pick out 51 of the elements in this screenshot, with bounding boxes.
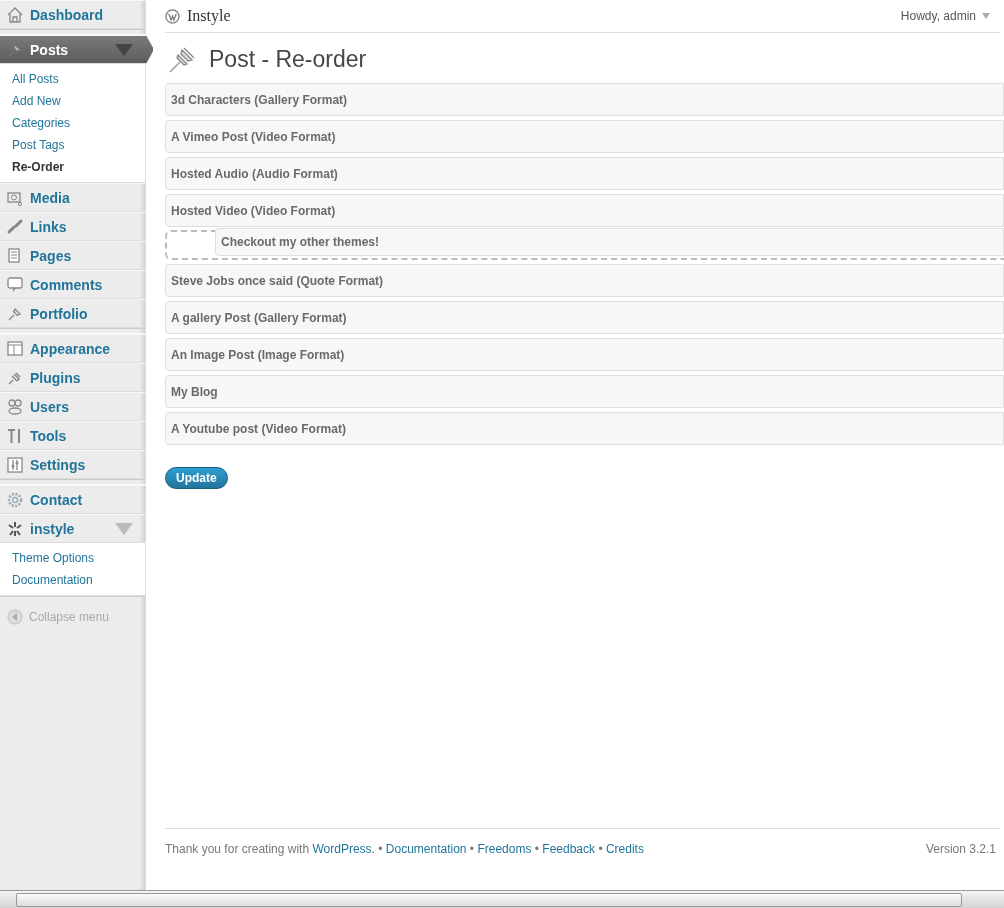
menu-item[interactable]: Settings	[0, 450, 145, 479]
layout-icon	[6, 339, 24, 358]
dragged-post-item[interactable]: Checkout my other themes!	[215, 228, 1004, 256]
page-title: Post - Re-order	[209, 45, 367, 73]
menu-item[interactable]: Plugins	[0, 363, 145, 392]
footer-link[interactable]: Freedoms	[477, 842, 532, 856]
menu-item[interactable]: Portfolio	[0, 299, 145, 328]
asterisk-icon	[6, 519, 24, 538]
sortable-post-item[interactable]: Steve Jobs once said (Quote Format)	[165, 264, 1004, 297]
people-icon	[6, 397, 24, 416]
submenu-item[interactable]: Re-Order	[12, 156, 145, 178]
menu-item[interactable]: Links	[0, 212, 145, 241]
footer-link[interactable]: Feedback	[542, 842, 596, 856]
menu-item[interactable]: Dashboard	[0, 0, 145, 29]
menu-item[interactable]: Posts	[0, 35, 153, 64]
site-name: Instyle	[187, 7, 231, 25]
footer-credits: Thank you for creating with WordPress. • Documentation • Freedoms • Feedback • Credits	[165, 842, 644, 856]
footer-link[interactable]: Credits	[605, 842, 644, 856]
submenu-item[interactable]: Theme Options	[12, 547, 145, 569]
house-icon	[6, 5, 24, 24]
submenu-item[interactable]: Add New	[12, 90, 145, 112]
sortable-post-item[interactable]: My Blog	[165, 375, 1004, 408]
submenu-item[interactable]: Categories	[12, 112, 145, 134]
sortable-post-item[interactable]: A gallery Post (Gallery Format)	[165, 301, 1004, 334]
submenu-item[interactable]: Post Tags	[12, 134, 145, 156]
menu-item[interactable]: Comments	[0, 270, 145, 299]
submenu-item[interactable]: Documentation	[12, 569, 145, 591]
sortable-post-item[interactable]: An Image Post (Image Format)	[165, 338, 1004, 371]
sortable-post-item[interactable]: 3d Characters (Gallery Format)	[165, 83, 1004, 116]
menu-item[interactable]: Media	[0, 183, 145, 212]
version-text: Version 3.2.1	[925, 842, 996, 856]
gear-icon	[6, 490, 24, 509]
sortable-post-item[interactable]: A Youtube post (Video Format)	[165, 412, 1004, 445]
submenu-item[interactable]: All Posts	[12, 68, 145, 90]
footer-link[interactable]: Documentation	[385, 842, 467, 856]
sortable-post-item[interactable]: A Vimeo Post (Video Format)	[165, 120, 1004, 153]
logo-icon	[165, 8, 180, 24]
dropdown-arrow-icon	[982, 13, 990, 19]
sliders-icon	[6, 455, 24, 474]
speech-bubble-icon	[6, 275, 24, 294]
menu-item[interactable]: Tools	[0, 421, 145, 450]
user-menu[interactable]: Howdy, admin	[900, 9, 1000, 23]
sortable-post-item[interactable]: Hosted Audio (Audio Format)	[165, 157, 1004, 190]
horizontal-scrollbar[interactable]	[0, 890, 1004, 908]
menu-item[interactable]: Appearance	[0, 334, 145, 363]
menu-item[interactable]: Pages	[0, 241, 145, 270]
menu-item[interactable]: Users	[0, 392, 145, 421]
menu-item[interactable]: Contact	[0, 485, 145, 514]
sortable-post-item[interactable]: Hosted Video (Video Format)	[165, 194, 1004, 227]
update-button[interactable]: Update	[165, 467, 228, 489]
wordpress-link[interactable]: WordPress	[312, 842, 372, 856]
